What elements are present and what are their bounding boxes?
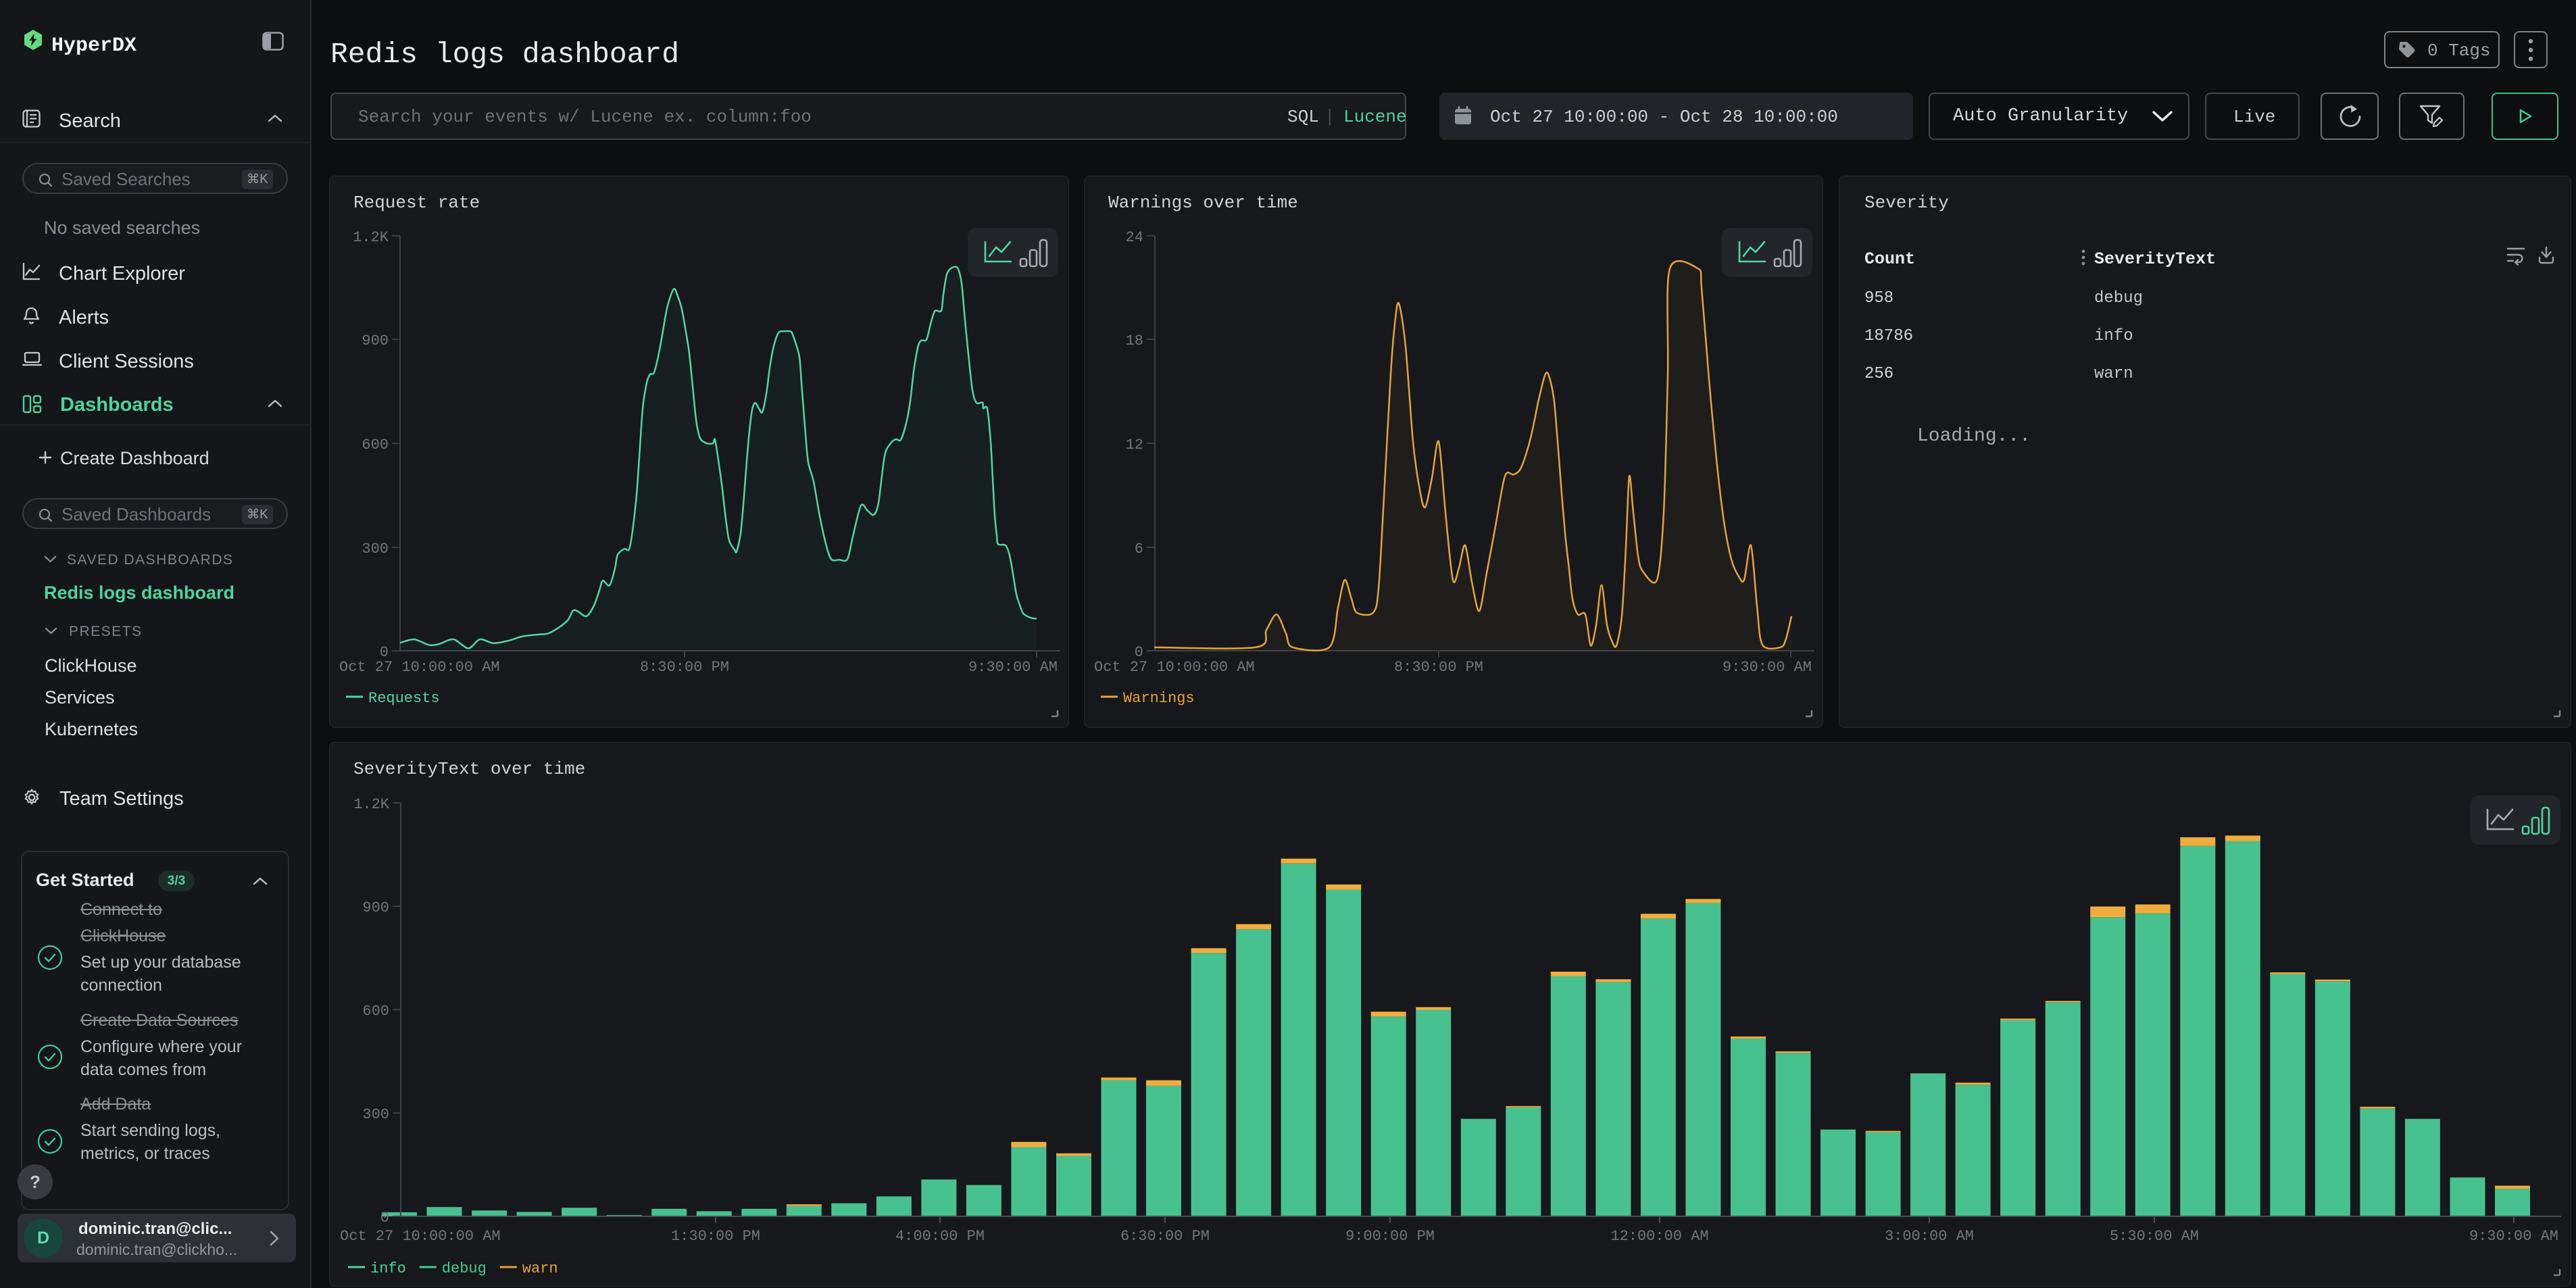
svg-text:debug: debug [2094,289,2143,307]
svg-text:600: 600 [362,1003,389,1020]
svg-text:5:30:00 AM: 5:30:00 AM [2110,1228,2199,1245]
svg-text:Requests: Requests [368,690,440,707]
svg-text:600: 600 [362,437,389,453]
svg-text:1:30:00 PM: 1:30:00 PM [671,1228,760,1245]
svg-text:9:00:00 PM: 9:00:00 PM [1345,1228,1435,1245]
svg-text:warn: warn [522,1260,558,1277]
svg-text:Oct 27 10:00:00 AM: Oct 27 10:00:00 AM [340,1228,501,1245]
svg-text:18: 18 [1126,332,1143,349]
svg-text:Loading...: Loading... [1917,426,2031,447]
svg-text:0: 0 [380,1210,389,1227]
svg-text:12:00:00 AM: 12:00:00 AM [1610,1228,1708,1245]
svg-text:256: 256 [1864,365,1893,383]
svg-text:18786: 18786 [1864,327,1913,345]
svg-text:12: 12 [1126,437,1143,453]
svg-text:1.2K: 1.2K [353,229,389,246]
svg-text:Severity: Severity [1864,193,1949,213]
svg-text:SeverityText over time: SeverityText over time [353,759,585,779]
svg-text:9:30:00 AM: 9:30:00 AM [968,659,1058,676]
svg-text:Warnings: Warnings [1123,690,1195,707]
svg-text:300: 300 [362,1106,389,1123]
svg-text:warn: warn [2094,365,2133,383]
svg-text:debug: debug [442,1260,487,1277]
svg-text:6:30:00 PM: 6:30:00 PM [1120,1228,1210,1245]
svg-text:info: info [370,1260,406,1277]
svg-text:8:30:00 PM: 8:30:00 PM [1394,659,1483,676]
svg-text:info: info [2094,327,2133,345]
svg-text:Count: Count [1864,249,1915,269]
svg-text:900: 900 [362,332,389,349]
svg-text:Oct 27 10:00:00 AM: Oct 27 10:00:00 AM [1094,659,1255,676]
svg-text:Oct 27 10:00:00 AM: Oct 27 10:00:00 AM [339,659,500,676]
svg-text:9:30:00 AM: 9:30:00 AM [1723,659,1812,676]
svg-text:8:30:00 PM: 8:30:00 PM [640,659,729,676]
svg-text:900: 900 [362,899,389,916]
svg-text:SeverityText: SeverityText [2094,249,2216,269]
svg-text:3:00:00 AM: 3:00:00 AM [1885,1228,1974,1245]
svg-text:4:00:00 PM: 4:00:00 PM [895,1228,985,1245]
svg-text:958: 958 [1864,289,1893,307]
svg-text:1.2K: 1.2K [353,796,390,813]
svg-text:300: 300 [362,541,389,558]
svg-text:24: 24 [1126,229,1143,246]
svg-text:9:30:00 AM: 9:30:00 AM [2469,1228,2558,1245]
svg-text:6: 6 [1135,541,1143,558]
svg-text:Warnings over time: Warnings over time [1108,193,1298,213]
svg-text:Request rate: Request rate [353,193,480,213]
